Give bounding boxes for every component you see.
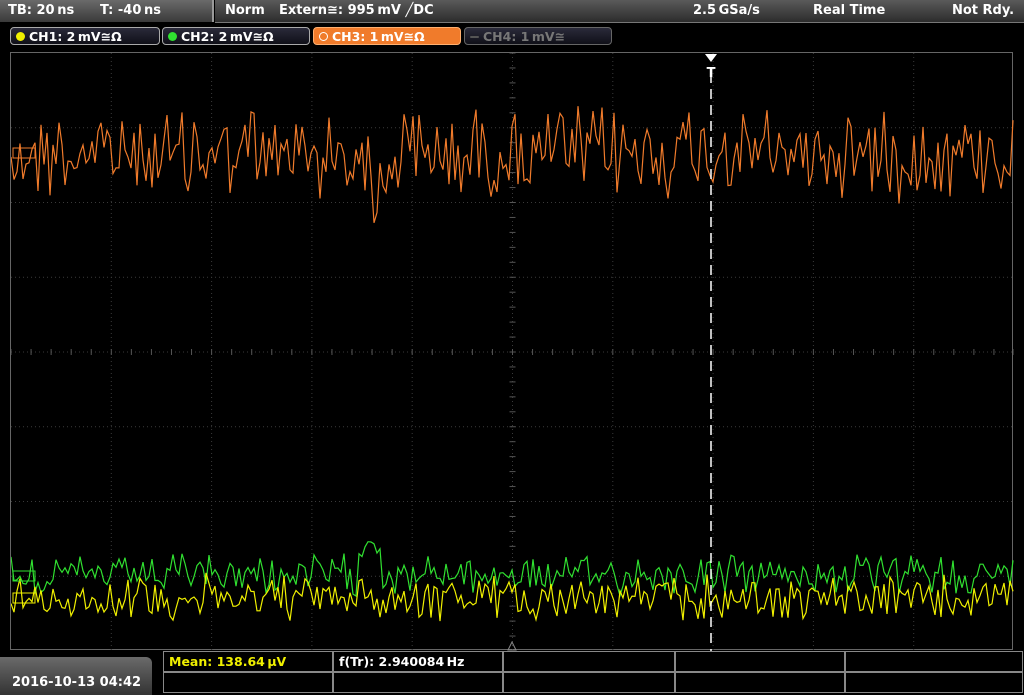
timebase-box[interactable]: TB: 20 ns T: -40 ns	[0, 0, 214, 22]
channel-2-button[interactable]: CH2: 2 mV≅Ω	[162, 27, 310, 45]
ch4-indicator-icon	[470, 36, 479, 38]
waveform-display[interactable]: T	[10, 52, 1014, 651]
datetime-box: 2016-10-13 04:42	[0, 657, 152, 695]
measurement-slot-6	[163, 672, 333, 693]
measurement-slot-8	[503, 672, 675, 693]
ch2-label: CH2: 2 mV≅Ω	[181, 29, 274, 44]
ch1-label: CH1: 2 mV≅Ω	[29, 29, 122, 44]
sample-rate: 2.5 GSa/s	[693, 3, 760, 18]
ch3-indicator-icon	[319, 32, 328, 41]
graticule	[11, 53, 1014, 651]
channel-3-button[interactable]: CH3: 1 mV≅Ω	[313, 27, 461, 45]
measurement-slot-7	[333, 672, 503, 693]
measurement-slot-5	[845, 651, 1023, 672]
waveform-plot: T	[11, 53, 1014, 651]
measurement-slot-9	[675, 672, 845, 693]
run-status: Not Rdy.	[952, 3, 1015, 18]
trigger-arrow-icon[interactable]	[705, 54, 717, 62]
measurement-panel[interactable]: Mean: 138.64 μV f(Tr): 2.940084 Hz	[163, 651, 1024, 695]
trigger-mode: Norm	[225, 3, 265, 18]
top-status-bar: TB: 20 ns T: -40 ns Norm Extern≅: 995 mV…	[0, 0, 1024, 23]
measurement-slot-3	[503, 651, 675, 672]
measurement-mean: Mean: 138.64 μV	[163, 651, 333, 672]
acquisition-mode: Real Time	[813, 3, 886, 18]
measurement-slot-4	[675, 651, 845, 672]
timebase-label: TB: 20 ns	[8, 3, 75, 18]
measurement-frequency: f(Tr): 2.940084 Hz	[333, 651, 503, 672]
ch3-label: CH3: 1 mV≅Ω	[332, 29, 425, 44]
ch2-indicator-icon	[168, 32, 177, 41]
trigger-time-label: T: -40 ns	[100, 3, 161, 18]
trigger-marker-label: T	[707, 66, 716, 81]
datetime-label: 2016-10-13 04:42	[12, 675, 142, 690]
trigger-source: Extern≅: 995 mV ╱DC	[279, 3, 434, 18]
acquisition-status-box[interactable]: Norm Extern≅: 995 mV ╱DC 2.5 GSa/s Real …	[215, 0, 1024, 23]
channel-1-button[interactable]: CH1: 2 mV≅Ω	[10, 27, 160, 45]
ch4-label: CH4: 1 mV≅	[483, 29, 566, 44]
measurement-slot-10	[845, 672, 1023, 693]
channel-4-button[interactable]: CH4: 1 mV≅	[464, 27, 612, 45]
channel-bar: CH1: 2 mV≅Ω CH2: 2 mV≅Ω CH3: 1 mV≅Ω CH4:…	[0, 24, 1024, 48]
ch1-indicator-icon	[16, 32, 25, 41]
